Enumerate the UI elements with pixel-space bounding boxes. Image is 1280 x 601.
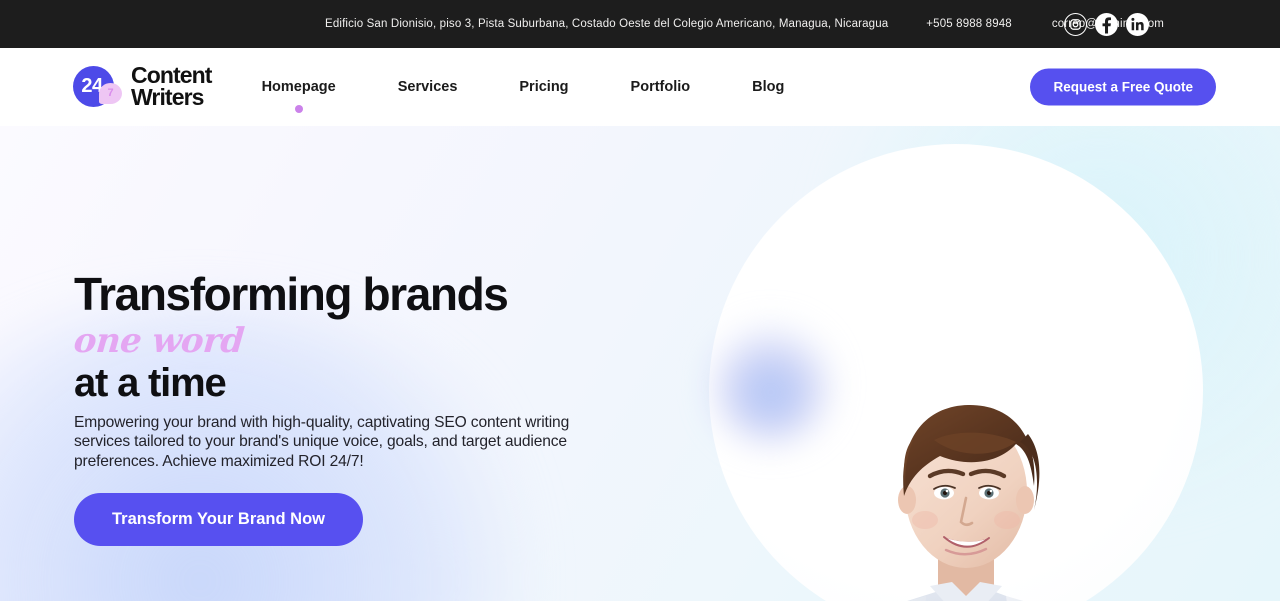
top-utility-bar: Edificio San Dionisio, piso 3, Pista Sub… xyxy=(0,0,1280,48)
hero-headline-line1: Transforming brands xyxy=(74,268,509,320)
facebook-icon[interactable] xyxy=(1095,12,1118,36)
transform-brand-button[interactable]: Transform Your Brand Now xyxy=(74,492,364,546)
hero-portrait-image xyxy=(690,252,1150,601)
logo-mark-icon: 24 7 xyxy=(73,63,125,111)
instagram-icon[interactable] xyxy=(1064,12,1087,36)
logo-wordmark: Content Writers xyxy=(131,64,212,110)
logo-speech-bubble-icon: 7 xyxy=(99,83,122,104)
request-quote-button[interactable]: Request a Free Quote xyxy=(1030,68,1216,106)
social-links xyxy=(1064,0,1149,48)
logo-word-line2: Writers xyxy=(131,84,204,110)
hero-section: Transforming brands one word at a time E… xyxy=(0,126,1280,601)
nav-label-services: Services xyxy=(397,79,458,95)
hero-headline-accent: one word xyxy=(72,320,246,361)
active-nav-indicator-dot xyxy=(294,105,303,113)
topbar-contact-group: Edificio San Dionisio, piso 3, Pista Sub… xyxy=(325,18,1164,30)
nav-label-portfolio: Portfolio xyxy=(630,79,691,95)
nav-label-homepage: Homepage xyxy=(261,79,336,95)
nav-label-pricing: Pricing xyxy=(519,79,569,95)
nav-item-blog[interactable]: Blog xyxy=(752,75,784,99)
logo-bubble-number: 7 xyxy=(107,87,114,99)
nav-item-services[interactable]: Services xyxy=(398,75,458,99)
nav-item-pricing[interactable]: Pricing xyxy=(519,75,568,99)
primary-navigation: Homepage Services Pricing Portfolio Blog xyxy=(261,75,784,113)
office-address: Edificio San Dionisio, piso 3, Pista Sub… xyxy=(325,18,889,30)
site-logo[interactable]: 24 7 Content Writers xyxy=(73,63,212,111)
nav-item-homepage[interactable]: Homepage xyxy=(261,75,336,113)
hero-body-text: Empowering your brand with high-quality,… xyxy=(74,413,570,470)
nav-item-portfolio[interactable]: Portfolio xyxy=(631,75,691,99)
landing-page: Edificio San Dionisio, piso 3, Pista Sub… xyxy=(0,0,1280,601)
nav-label-blog: Blog xyxy=(752,79,785,95)
linkedin-icon[interactable] xyxy=(1126,12,1149,36)
phone-number[interactable]: +505 8988 8948 xyxy=(926,18,1012,30)
hero-copy-block: Transforming brands one word at a time E… xyxy=(72,268,634,546)
hero-headline-line3: at a time xyxy=(74,360,227,405)
site-header: 24 7 Content Writers Homepage Services P… xyxy=(0,48,1280,126)
